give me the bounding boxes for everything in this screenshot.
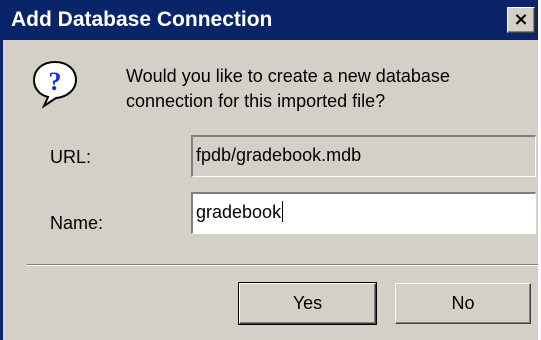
yes-button-label: Yes xyxy=(292,293,323,313)
dialog-title: Add Database Connection xyxy=(11,8,273,31)
name-value: gradebook xyxy=(196,202,282,222)
yes-button[interactable]: Yes xyxy=(238,282,377,325)
text-caret xyxy=(282,201,284,222)
title-bar[interactable]: Add Database Connection × xyxy=(3,0,538,40)
prompt-message: Would you like to create a new database … xyxy=(126,66,450,111)
name-label: Name: xyxy=(50,213,104,233)
add-database-connection-dialog: Add Database Connection × ? Would you li… xyxy=(0,0,539,340)
name-input[interactable]: gradebook xyxy=(191,192,536,234)
url-label: URL: xyxy=(50,147,92,167)
question-icon: ? xyxy=(32,60,78,109)
url-field: fpdb/gradebook.mdb xyxy=(191,135,536,177)
close-icon: × xyxy=(513,9,529,30)
no-button[interactable]: No xyxy=(395,283,531,324)
separator-line xyxy=(27,264,539,266)
url-value: fpdb/gradebook.mdb xyxy=(196,145,362,165)
no-button-label: No xyxy=(451,293,475,313)
svg-text:?: ? xyxy=(49,67,62,96)
close-button[interactable]: × xyxy=(507,7,535,33)
